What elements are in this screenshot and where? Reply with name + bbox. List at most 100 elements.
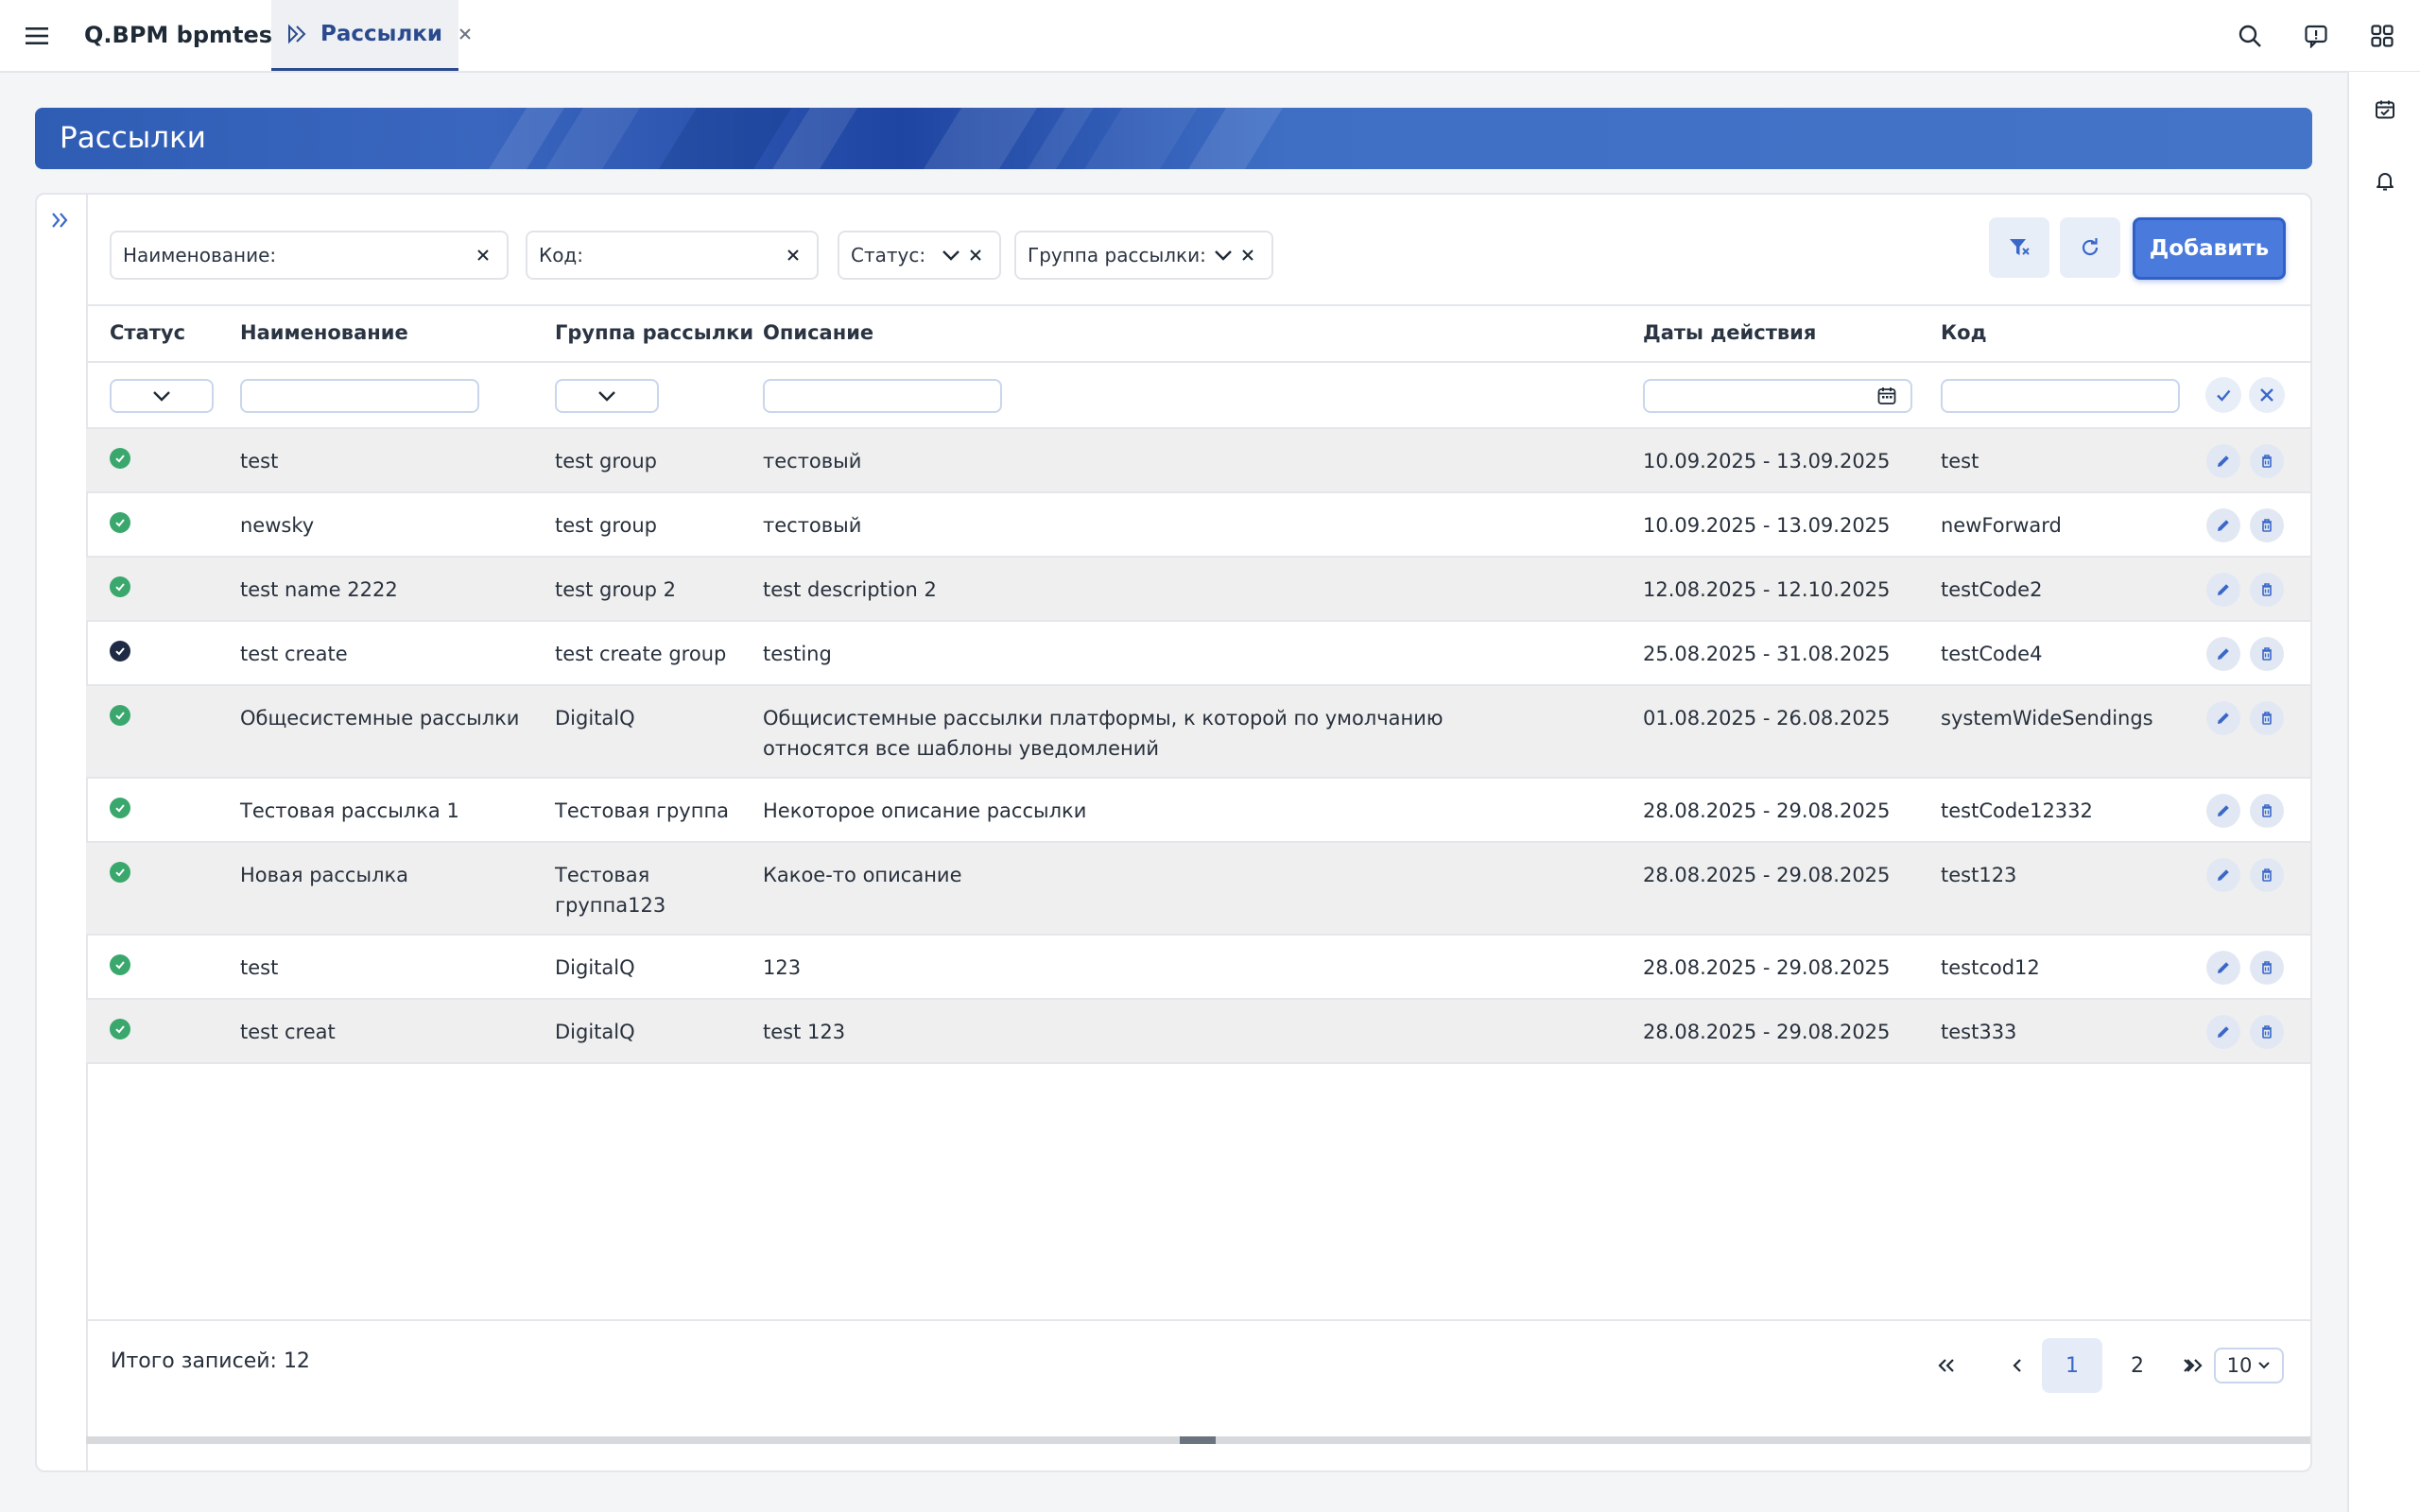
expand-panel-button[interactable] [46, 206, 75, 234]
dates-filter-input[interactable] [1643, 379, 1912, 413]
page-1-button[interactable]: 1 [2042, 1338, 2102, 1393]
clear-name-filter-icon[interactable] [471, 243, 495, 267]
delete-button[interactable] [2250, 637, 2284, 671]
cell-code: testCode4 [1941, 643, 2043, 665]
chevron-down-icon[interactable] [939, 243, 963, 267]
filter-group-chip[interactable]: Группа рассылки: [1014, 231, 1273, 280]
search-icon[interactable] [2233, 19, 2267, 53]
column-header-description[interactable]: Описание [763, 321, 873, 344]
edit-button[interactable] [2206, 858, 2240, 892]
column-header-dates[interactable]: Даты действия [1643, 321, 1816, 344]
scrollbar-thumb[interactable] [1180, 1436, 1216, 1444]
delete-button[interactable] [2250, 508, 2284, 542]
add-button[interactable]: Добавить [2133, 217, 2286, 280]
cell-code: newForward [1941, 514, 2062, 537]
tab-mailings[interactable]: Рассылки [271, 0, 471, 71]
filter-status-chip[interactable]: Статус: [838, 231, 1001, 280]
bell-icon[interactable] [2368, 163, 2402, 198]
edit-button[interactable] [2206, 637, 2240, 671]
column-header-group[interactable]: Группа рассылки [555, 321, 753, 344]
cell-name: newsky [240, 514, 315, 537]
edit-button[interactable] [2206, 508, 2240, 542]
cell-name: test name 2222 [240, 578, 398, 601]
column-filter-row [86, 363, 2310, 429]
status-check-icon [110, 448, 130, 469]
table-row[interactable]: test name 2222 test group 2 test descripti… [86, 558, 2310, 622]
mailing-icon [286, 23, 309, 45]
cell-dates: 28.08.2025 - 29.08.2025 [1643, 956, 1891, 979]
trash-icon [2262, 583, 2272, 596]
cell-code: systemWideSendings [1941, 707, 2153, 730]
total-records: Итого записей: 12 [111, 1349, 310, 1373]
last-page-button[interactable] [2175, 1338, 2213, 1393]
delete-button[interactable] [2250, 444, 2284, 478]
table-row[interactable]: test test group тестовый 10.09.2025 - 13.09… [86, 429, 2310, 493]
chevron-down-icon [153, 391, 170, 402]
clear-filters-button[interactable] [2249, 377, 2285, 413]
calendar-icon[interactable] [2368, 93, 2402, 127]
edit-button[interactable] [2206, 444, 2240, 478]
first-page-button[interactable] [1927, 1338, 1965, 1393]
edit-button[interactable] [2206, 951, 2240, 985]
filter-code-chip[interactable]: Код: [526, 231, 819, 280]
page-header-banner: Рассылки [35, 108, 2312, 169]
delete-button[interactable] [2250, 858, 2284, 892]
edit-button[interactable] [2206, 1015, 2240, 1049]
group-filter-select[interactable] [555, 379, 659, 413]
delete-button[interactable] [2250, 1015, 2284, 1049]
prev-page-button[interactable] [2001, 1338, 2033, 1393]
app-title[interactable]: Q.BPM bpmtest [84, 19, 284, 51]
filter-name-chip[interactable]: Наименование: [110, 231, 509, 280]
cell-dates: 28.08.2025 - 29.08.2025 [1643, 864, 1891, 886]
refresh-button[interactable] [2060, 217, 2120, 278]
status-filter-select[interactable] [110, 379, 214, 413]
horizontal-scrollbar[interactable] [86, 1436, 2310, 1444]
chevron-down-icon [598, 391, 615, 402]
table-row[interactable]: Новая рассылка Тестовая группа123 Какое-то… [86, 843, 2310, 936]
cell-description: Общисистемные рассылки платформы, к кото… [763, 707, 1443, 760]
clear-code-filter-icon[interactable] [781, 243, 805, 267]
cell-description: тестовый [763, 450, 862, 472]
menu-icon[interactable] [21, 21, 53, 51]
trash-icon [2262, 712, 2272, 725]
cell-name: test [240, 956, 279, 979]
table-row[interactable]: test creat DigitalQ test 123 28.08.2025 - 2… [86, 1000, 2310, 1064]
calendar-icon[interactable] [1876, 386, 1897, 406]
delete-button[interactable] [2250, 951, 2284, 985]
chevron-down-icon[interactable] [1211, 243, 1236, 267]
code-filter-input[interactable] [1941, 379, 2180, 413]
column-header-name[interactable]: Наименование [240, 321, 408, 344]
table-row[interactable]: test create test create group testing 25.08… [86, 622, 2310, 686]
column-header-code[interactable]: Код [1941, 321, 1987, 344]
table-row[interactable]: Общесистемные рассылки DigitalQ Общисистем… [86, 686, 2310, 779]
banner-decoration [489, 108, 1283, 169]
delete-button[interactable] [2250, 573, 2284, 607]
cell-description: Некоторое описание рассылки [763, 799, 1087, 822]
name-filter-input[interactable] [240, 379, 479, 413]
feedback-icon[interactable] [2299, 19, 2333, 53]
apply-filters-button[interactable] [2205, 377, 2241, 413]
table-row[interactable]: newsky test group тестовый 10.09.2025 - 13.… [86, 493, 2310, 558]
clear-status-filter-icon[interactable] [963, 243, 988, 267]
delete-button[interactable] [2250, 701, 2284, 735]
page-size-select[interactable]: 10 [2214, 1348, 2284, 1383]
cell-dates: 12.08.2025 - 12.10.2025 [1643, 578, 1891, 601]
apps-grid-icon[interactable] [2365, 19, 2399, 53]
close-icon[interactable] [458, 26, 473, 42]
edit-button[interactable] [2206, 701, 2240, 735]
table-row[interactable]: test DigitalQ 123 28.08.2025 - 29.08.2025 te… [86, 936, 2310, 1000]
cell-code: testCode2 [1941, 578, 2043, 601]
delete-button[interactable] [2250, 794, 2284, 828]
description-filter-input[interactable] [763, 379, 1002, 413]
double-chevron-left-icon [1938, 1359, 1954, 1372]
column-header-status[interactable]: Статус [110, 321, 185, 344]
status-check-icon [110, 512, 130, 533]
edit-button[interactable] [2206, 794, 2240, 828]
table-row[interactable]: Тестовая рассылка 1 Тестовая группа Некото… [86, 779, 2310, 843]
clear-group-filter-icon[interactable] [1236, 243, 1260, 267]
filter-toggle-button[interactable] [1989, 217, 2049, 278]
page-2-button[interactable]: 2 [2107, 1338, 2168, 1393]
pencil-icon [2218, 1026, 2229, 1038]
edit-button[interactable] [2206, 573, 2240, 607]
cell-group: Тестовая группа123 [555, 864, 666, 917]
